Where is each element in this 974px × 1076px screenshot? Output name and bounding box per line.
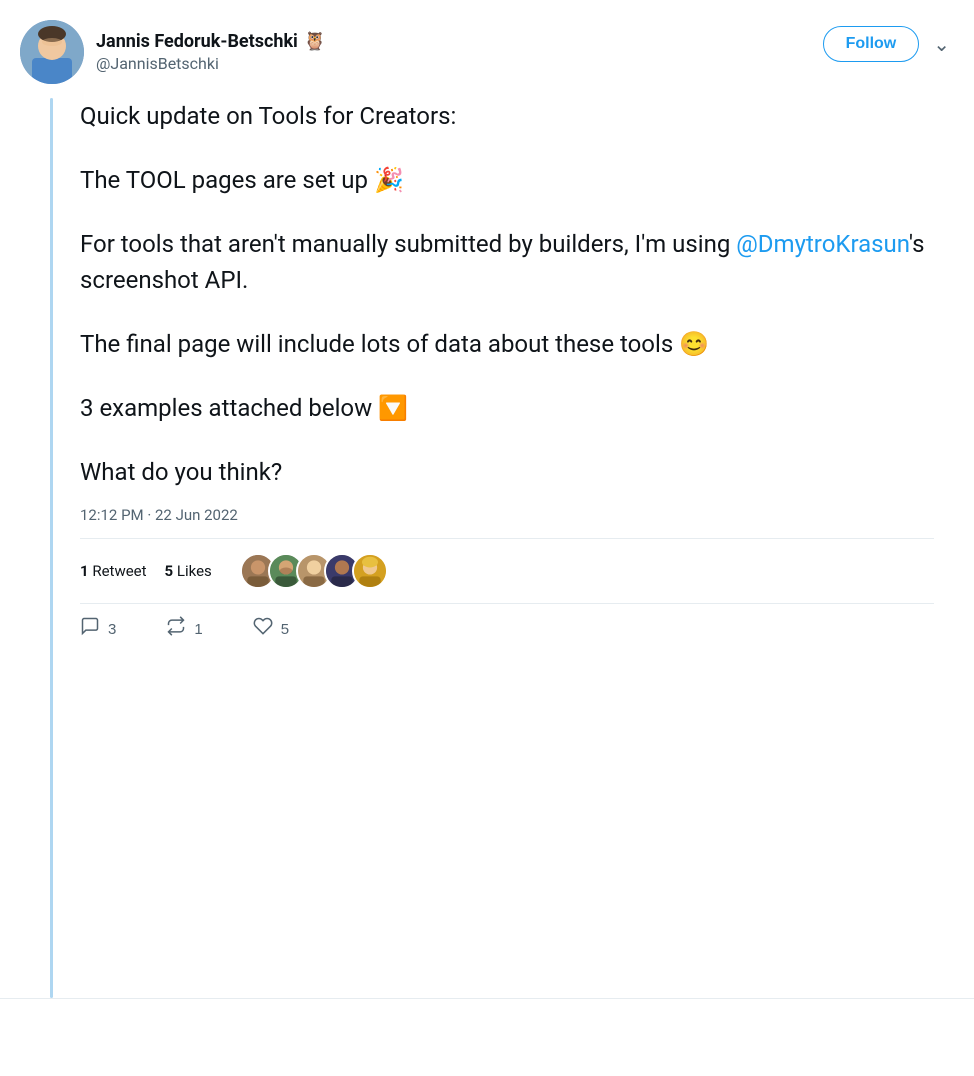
tweet-stats: 1 Retweet 5 Likes: [80, 538, 934, 604]
tweet-body-wrapper: Quick update on Tools for Creators: The …: [20, 98, 954, 998]
liker-avatar-5: [352, 553, 388, 589]
left-blue-line: [50, 98, 53, 998]
tweet-paragraph-2: The TOOL pages are set up 🎉: [80, 162, 934, 198]
display-name: Jannis Fedoruk-Betschki 🦉: [96, 31, 326, 52]
retweet-label: Retweet: [92, 562, 146, 580]
likes-stat: 5 Likes: [165, 562, 212, 580]
tweet-timestamp: 12:12 PM · 22 Jun 2022: [80, 506, 934, 524]
tweet-header-left: Jannis Fedoruk-Betschki 🦉 @JannisBetschk…: [20, 20, 326, 84]
user-info: Jannis Fedoruk-Betschki 🦉 @JannisBetschk…: [96, 31, 326, 73]
tweet-header-right: Follow ⌄: [823, 26, 954, 62]
tweet-header: Jannis Fedoruk-Betschki 🦉 @JannisBetschk…: [20, 20, 954, 84]
retweet-icon: [166, 616, 186, 642]
tweet-actions: 3 1 5: [80, 604, 934, 658]
retweet-count: 1: [80, 562, 89, 580]
like-button[interactable]: 5: [253, 616, 289, 642]
owl-emoji: 🦉: [304, 31, 326, 52]
likers-avatars: [240, 553, 388, 589]
username: @JannisBetschki: [96, 54, 326, 73]
like-action-count: 5: [281, 621, 289, 638]
reply-icon: [80, 616, 100, 642]
reply-count: 3: [108, 621, 116, 638]
tweet-text: Quick update on Tools for Creators: The …: [80, 98, 934, 490]
retweet-action-count: 1: [194, 621, 202, 638]
likes-count: 5: [165, 562, 174, 580]
mention-link[interactable]: @DmytroKrasun: [736, 230, 909, 258]
left-line-column: [50, 98, 54, 998]
avatar[interactable]: [20, 20, 84, 84]
follow-button[interactable]: Follow: [823, 26, 920, 62]
tweet-paragraph-3: For tools that aren't manually submitted…: [80, 226, 934, 298]
retweet-stat: 1 Retweet: [80, 562, 147, 580]
display-name-text: Jannis Fedoruk-Betschki: [96, 31, 298, 52]
tweet-paragraph-1: Quick update on Tools for Creators:: [80, 98, 934, 134]
tweet-paragraph-4: The final page will include lots of data…: [80, 326, 934, 362]
tweet-paragraph-5: 3 examples attached below 🔽: [80, 390, 934, 426]
reply-button[interactable]: 3: [80, 616, 116, 642]
heart-icon: [253, 616, 273, 642]
tweet-content: Quick update on Tools for Creators: The …: [80, 98, 954, 998]
tweet-paragraph-6: What do you think?: [80, 454, 934, 490]
chevron-down-icon[interactable]: ⌄: [929, 28, 954, 60]
tweet-card: Jannis Fedoruk-Betschki 🦉 @JannisBetschk…: [0, 0, 974, 999]
retweet-button[interactable]: 1: [166, 616, 202, 642]
likes-label: Likes: [177, 562, 212, 580]
